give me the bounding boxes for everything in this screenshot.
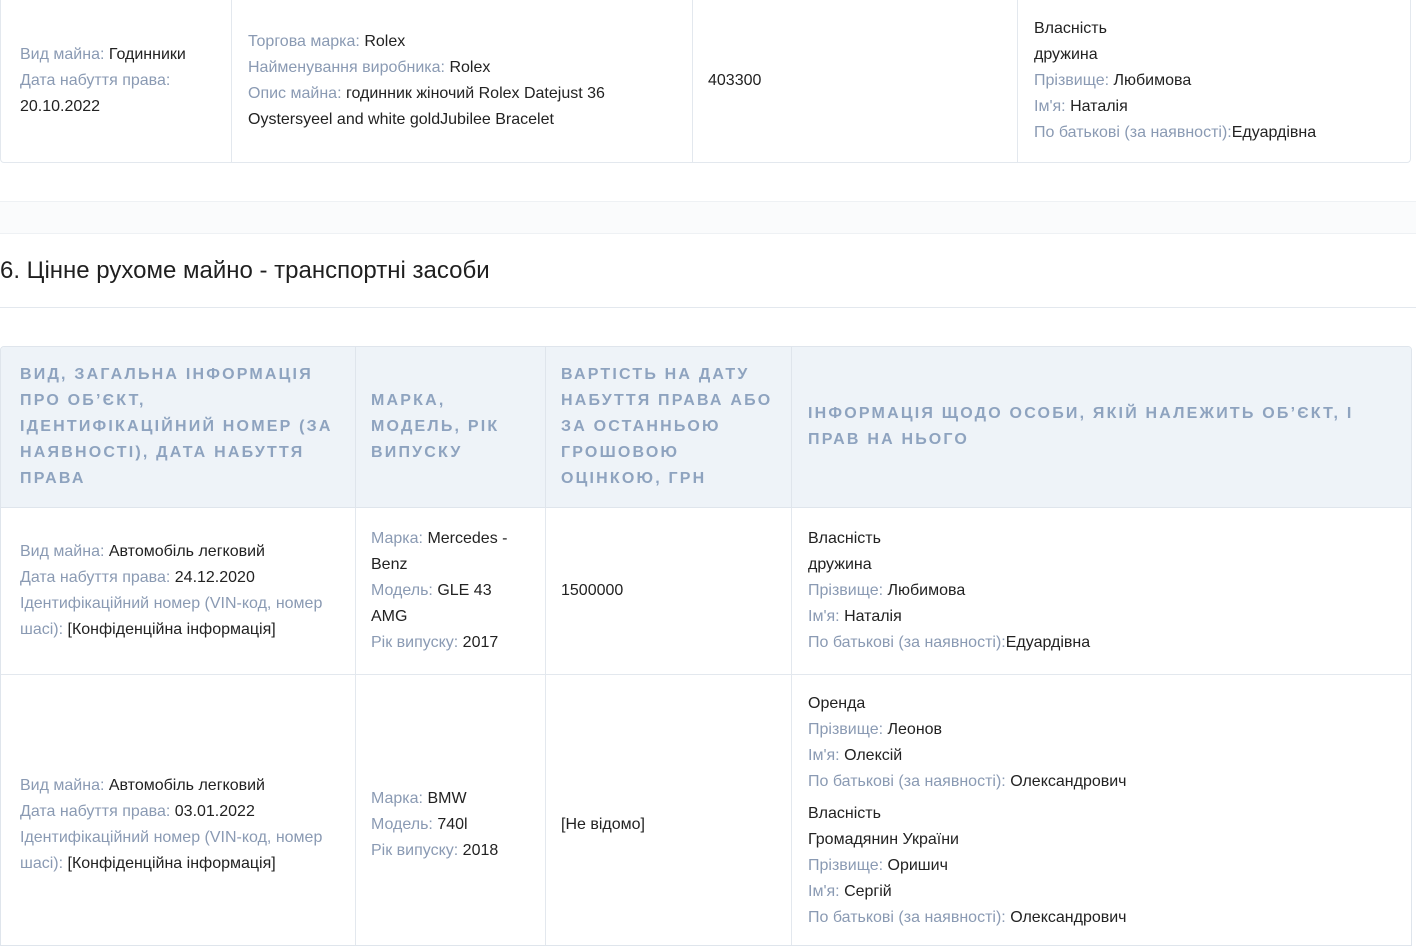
field-value: BMW	[427, 790, 467, 807]
owner-relation: дружина	[1034, 45, 1098, 63]
watch-asset-row: Вид майна: Годинники Дата набуття права:…	[0, 0, 1411, 163]
field-value: Леонов	[887, 721, 943, 738]
field-value: 2018	[462, 842, 499, 859]
vehicle-info-cell: Вид майна: Автомобіль легковий Дата набу…	[1, 675, 356, 945]
vehicle-brand-cell: Марка: Mercedes -Benz Модель: GLE 43 AMG…	[356, 508, 546, 674]
vehicle-value: 1500000	[561, 582, 624, 599]
field-value: Наталія	[844, 608, 902, 625]
field-label: Прізвище:	[1034, 71, 1110, 89]
owner-relation: дружина	[808, 556, 872, 573]
field-label: Вид майна:	[20, 45, 105, 63]
field-value: [Конфіденційна інформація]	[67, 855, 276, 872]
vehicle-value-cell: 1500000	[546, 508, 792, 674]
owner-info-cell: Власність дружина Прізвище: Любимова Ім'…	[792, 508, 1411, 674]
vehicles-table: Вид, загальна інформація про об’єкт, іде…	[0, 346, 1412, 946]
rights-type: Оренда	[808, 695, 866, 712]
header-owner-info: Інформація щодо особи, якій належить об’…	[808, 405, 1354, 448]
field-label: Прізвище:	[808, 582, 884, 599]
field-label: Прізвище:	[808, 721, 884, 738]
header-value: Вартість на дату набуття права або за ос…	[561, 366, 773, 487]
table-row: Вид майна: Автомобіль легковий Дата набу…	[1, 508, 1411, 675]
rights-type: Власність	[808, 805, 881, 822]
table-header: Інформація щодо особи, якій належить об’…	[792, 347, 1411, 507]
field-value: Любимова	[1113, 71, 1192, 89]
field-label: Прізвище:	[808, 857, 884, 874]
asset-value: 403300	[708, 71, 762, 89]
field-value: Любимова	[887, 582, 966, 599]
field-label: Ім'я:	[808, 747, 840, 764]
field-label: Найменування виробника:	[248, 58, 445, 76]
field-label: Вид майна:	[20, 543, 105, 560]
field-label: Дата набуття права:	[20, 71, 171, 89]
field-label: По батькові (за наявності):	[1034, 123, 1232, 141]
owner-info-cell: Власність дружина Прізвище: Любимова Ім'…	[1018, 0, 1410, 162]
vehicle-value-cell: [Не відомо]	[546, 675, 792, 945]
field-label: Модель:	[371, 582, 433, 599]
field-label: Опис майна:	[248, 84, 342, 102]
section-divider	[0, 307, 1416, 308]
field-label: Ім'я:	[808, 883, 840, 900]
field-label: Рік випуску:	[371, 842, 459, 859]
table-header: Вартість на дату набуття права або за ос…	[546, 347, 792, 507]
field-value: Автомобіль легковий	[108, 777, 265, 794]
field-value: 740l	[437, 816, 468, 833]
owner-block: Оренда Прізвище: Леонов Ім'я: Олексій По…	[808, 691, 1127, 795]
field-value: Сергій	[844, 883, 892, 900]
field-value: Едуардівна	[1231, 123, 1317, 141]
field-value: 24.12.2020	[174, 569, 255, 586]
field-label: Торгова марка:	[248, 32, 360, 50]
field-label: Ім'я:	[808, 608, 840, 625]
table-header: Вид, загальна інформація про об’єкт, іде…	[1, 347, 356, 507]
field-label: Вид майна:	[20, 777, 105, 794]
section-title: 6. Цінне рухоме майно - транспортні засо…	[0, 257, 490, 284]
owner-relation: Громадянин України	[808, 831, 959, 848]
field-value: 20.10.2022	[20, 97, 101, 115]
field-value: Автомобіль легковий	[108, 543, 265, 560]
asset-description-cell: Торгова марка: Rolex Найменування виробн…	[232, 0, 693, 162]
field-label: По батькові (за наявності):	[808, 773, 1006, 790]
vehicle-value: [Не відомо]	[561, 816, 645, 833]
field-value: Годинники	[108, 45, 186, 63]
asset-type-cell: Вид майна: Годинники Дата набуття права:…	[1, 0, 232, 162]
field-label: Дата набуття права:	[20, 803, 171, 820]
field-value: Rolex	[449, 58, 491, 76]
field-value: Олександрович	[1010, 909, 1127, 926]
field-value: Олексій	[844, 747, 903, 764]
vehicle-info-cell: Вид майна: Автомобіль легковий Дата набу…	[1, 508, 356, 674]
field-value: 2017	[462, 634, 499, 651]
field-label: Марка:	[371, 530, 423, 547]
field-value: Олександрович	[1010, 773, 1127, 790]
field-label: Ім'я:	[1034, 97, 1066, 115]
asset-value-cell: 403300	[693, 0, 1018, 162]
field-value: Едуардівна	[1005, 634, 1091, 651]
field-label: По батькові (за наявності):	[808, 634, 1006, 651]
section-divider-band	[0, 201, 1416, 234]
owner-block: Власність Громадянин України Прізвище: О…	[808, 801, 1127, 931]
owner-info-cell: Оренда Прізвище: Леонов Ім'я: Олексій По…	[792, 675, 1411, 945]
field-label: Марка:	[371, 790, 423, 807]
header-brand-model: Марка, модель, рік випуску	[371, 392, 500, 461]
vehicle-brand-cell: Марка: BMW Модель: 740l Рік випуску: 201…	[356, 675, 546, 945]
field-value: 03.01.2022	[174, 803, 255, 820]
field-value: Rolex	[364, 32, 406, 50]
header-general-info: Вид, загальна інформація про об’єкт, іде…	[20, 366, 333, 487]
table-header-row: Вид, загальна інформація про об’єкт, іде…	[1, 347, 1411, 508]
field-value: [Конфіденційна інформація]	[67, 621, 276, 638]
field-value: Наталія	[1070, 97, 1128, 115]
field-label: Дата набуття права:	[20, 569, 171, 586]
field-label: Модель:	[371, 816, 433, 833]
table-header: Марка, модель, рік випуску	[356, 347, 546, 507]
rights-type: Власність	[808, 530, 881, 547]
table-row: Вид майна: Автомобіль легковий Дата набу…	[1, 675, 1411, 945]
field-label: Рік випуску:	[371, 634, 459, 651]
rights-type: Власність	[1034, 19, 1107, 37]
field-value: Оришич	[887, 857, 948, 874]
field-label: По батькові (за наявності):	[808, 909, 1006, 926]
